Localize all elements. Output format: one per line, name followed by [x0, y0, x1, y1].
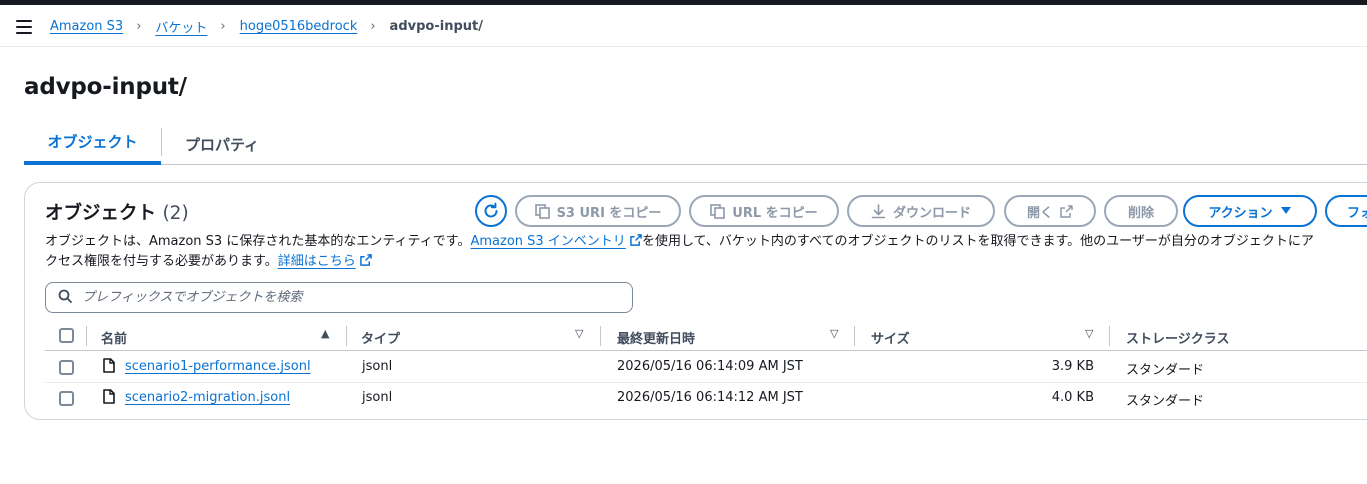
- external-link-icon: [1060, 204, 1073, 218]
- actions-label: アクション: [1208, 205, 1273, 221]
- column-header-type[interactable]: タイプ: [361, 328, 400, 347]
- column-divider: [854, 326, 855, 346]
- copy-icon: [534, 203, 550, 219]
- copy-s3-uri-label: S3 URI をコピー: [556, 205, 662, 221]
- delete-button[interactable]: 削除: [1104, 195, 1178, 227]
- search-box: [45, 282, 633, 313]
- column-header-size[interactable]: サイズ: [871, 328, 910, 347]
- column-divider: [86, 326, 87, 346]
- objects-panel: オブジェクト (2) S3 URI をコピー URL をコピー ダウンロード 開…: [24, 182, 1367, 420]
- table-header: 名前 ▲ タイプ ▽ 最終更新日時 ▽ サイズ ▽ ストレージクラス: [45, 321, 1367, 351]
- object-modified: 2026/05/16 06:14:12 AM JST: [617, 390, 803, 405]
- create-folder-label: フォ: [1347, 205, 1367, 221]
- object-storage-class: スタンダード: [1126, 394, 1205, 409]
- object-size: 4.0 KB: [1051, 390, 1094, 405]
- tab-list: オブジェクト プロパティ: [24, 124, 1367, 165]
- object-count: (2): [162, 203, 189, 224]
- learn-more-link[interactable]: 詳細はこちら: [278, 254, 356, 269]
- refresh-icon: [484, 202, 498, 218]
- open-button[interactable]: 開く: [1004, 195, 1096, 227]
- table-row[interactable]: scenario2-migration.jsonl jsonl 2026/05/…: [45, 383, 1367, 414]
- download-button[interactable]: ダウンロード: [847, 195, 995, 227]
- breadcrumb-item-buckets[interactable]: バケット: [155, 17, 207, 36]
- description-text-2: を使用して、バケット内のすべてのオブジェクトのリストを取得できます。他のユーザー…: [641, 234, 1314, 249]
- column-header-storage-class[interactable]: ストレージクラス: [1126, 328, 1229, 347]
- panel-title: オブジェクト (2): [45, 199, 189, 225]
- tab-properties[interactable]: プロパティ: [162, 124, 282, 164]
- chevron-right-icon: ›: [220, 19, 226, 34]
- page-title: advpo-input/: [24, 74, 187, 100]
- breadcrumb: Amazon S3 › バケット › hoge0516bedrock › adv…: [50, 17, 483, 36]
- file-icon: [103, 389, 115, 408]
- sort-ascending-icon[interactable]: ▲: [321, 327, 329, 340]
- copy-url-button[interactable]: URL をコピー: [689, 195, 839, 227]
- actions-button[interactable]: アクション: [1183, 195, 1317, 227]
- object-type: jsonl: [362, 390, 393, 405]
- object-name-link[interactable]: scenario2-migration.jsonl: [125, 390, 290, 405]
- description-text-3: クセス権限を付与する必要があります。: [45, 254, 278, 269]
- breadcrumb-item-s3[interactable]: Amazon S3: [50, 19, 123, 34]
- select-all-checkbox[interactable]: [59, 328, 74, 343]
- caret-down-icon: [1280, 206, 1292, 216]
- tab-objects[interactable]: オブジェクト: [24, 124, 161, 165]
- inventory-link[interactable]: Amazon S3 インベントリ: [470, 234, 625, 249]
- copy-url-label: URL をコピー: [732, 205, 818, 221]
- object-name-link[interactable]: scenario1-performance.jsonl: [125, 359, 311, 374]
- column-header-name[interactable]: 名前: [101, 328, 127, 347]
- sort-icon[interactable]: ▽: [830, 327, 838, 340]
- copy-icon: [710, 203, 726, 219]
- row-checkbox[interactable]: [59, 391, 74, 406]
- object-type: jsonl: [362, 359, 393, 374]
- column-divider: [1109, 326, 1110, 346]
- chevron-right-icon: ›: [136, 19, 142, 34]
- search-input[interactable]: [80, 289, 620, 306]
- object-storage-class: スタンダード: [1126, 363, 1205, 378]
- sort-icon[interactable]: ▽: [1085, 327, 1093, 340]
- column-divider: [600, 326, 601, 346]
- object-size: 3.9 KB: [1051, 359, 1094, 374]
- column-divider: [346, 326, 347, 346]
- menu-icon[interactable]: [16, 20, 32, 34]
- refresh-button[interactable]: [475, 195, 507, 227]
- table-row[interactable]: scenario1-performance.jsonl jsonl 2026/0…: [45, 352, 1367, 383]
- breadcrumb-bar: Amazon S3 › バケット › hoge0516bedrock › adv…: [0, 5, 1367, 47]
- create-folder-button[interactable]: フォ: [1325, 195, 1367, 227]
- delete-label: 削除: [1127, 205, 1154, 221]
- chevron-right-icon: ›: [370, 19, 376, 34]
- copy-s3-uri-button[interactable]: S3 URI をコピー: [515, 195, 681, 227]
- search-icon: [58, 288, 72, 307]
- breadcrumb-current: advpo-input/: [389, 19, 483, 34]
- sort-icon[interactable]: ▽: [575, 327, 583, 340]
- download-icon: [871, 203, 886, 219]
- panel-title-text: オブジェクト: [45, 203, 157, 224]
- objects-description: オブジェクトは、Amazon S3 に保存された基本的なエンティティです。Ama…: [45, 232, 1367, 272]
- object-modified: 2026/05/16 06:14:09 AM JST: [617, 359, 803, 374]
- breadcrumb-item-bucket[interactable]: hoge0516bedrock: [240, 19, 358, 34]
- open-label: 開く: [1026, 205, 1053, 221]
- external-link-icon: [360, 254, 372, 269]
- file-icon: [103, 358, 115, 377]
- description-text-1: オブジェクトは、Amazon S3 に保存された基本的なエンティティです。: [45, 234, 471, 249]
- column-header-modified[interactable]: 最終更新日時: [617, 328, 695, 347]
- download-label: ダウンロード: [892, 205, 971, 221]
- row-checkbox[interactable]: [59, 360, 74, 375]
- external-link-icon: [630, 234, 642, 249]
